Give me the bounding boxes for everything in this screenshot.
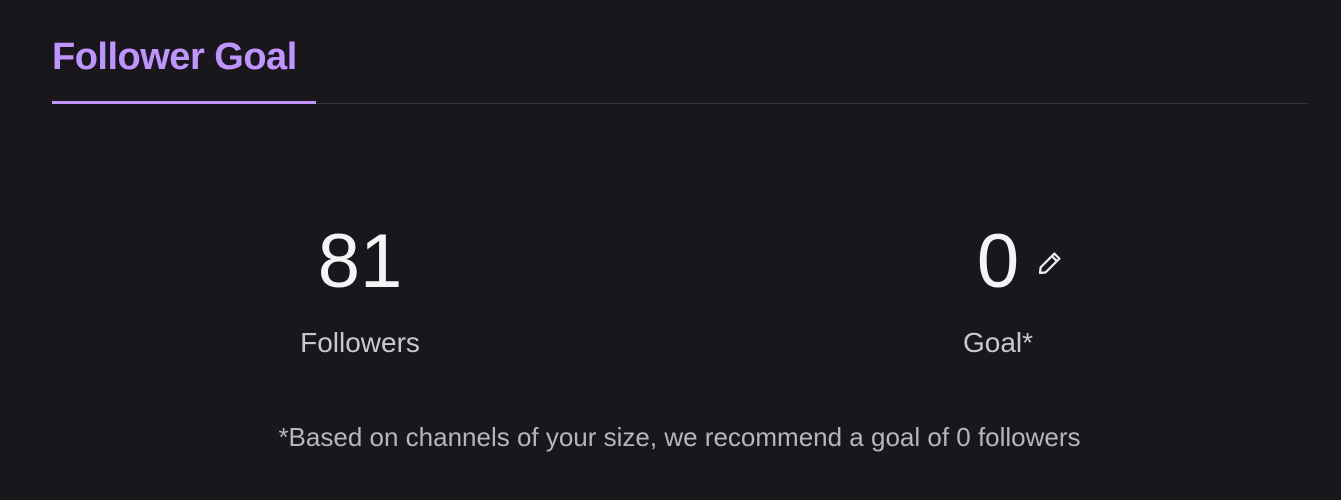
edit-goal-button[interactable]	[1033, 246, 1067, 280]
active-tab-indicator	[52, 101, 316, 104]
goal-label: Goal*	[962, 327, 1034, 358]
tab-label: Follower Goal	[52, 36, 297, 78]
goal-stat: 0 Goal*	[848, 220, 1148, 360]
goal-value-row: 0	[976, 219, 1061, 304]
recommendation-footnote: *Based on channels of your size, we reco…	[278, 422, 1081, 452]
tab-bar: Follower Goal	[52, 0, 1308, 104]
followers-stat: 81 Followers	[210, 220, 510, 360]
followers-count: 81	[317, 219, 403, 304]
followers-label: Followers	[300, 327, 420, 358]
pencil-icon	[1039, 252, 1061, 275]
tab-follower-goal[interactable]: Follower Goal	[52, 0, 316, 104]
goal-value: 0	[976, 219, 1020, 304]
